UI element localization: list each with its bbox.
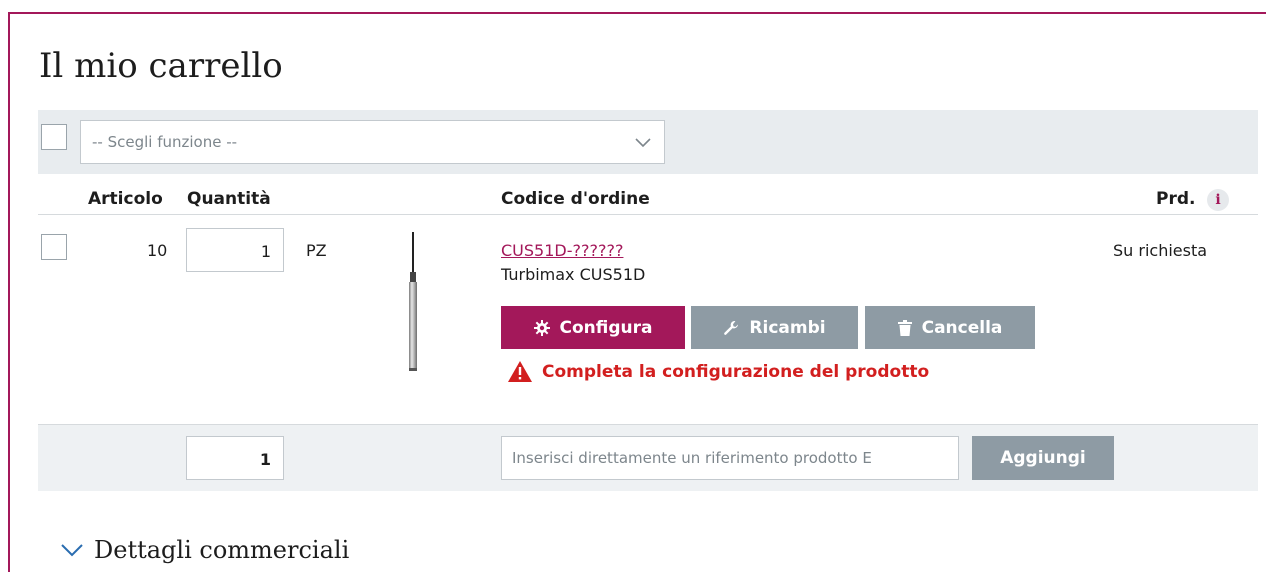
configuration-warning: Completa la configurazione del prodotto: [508, 361, 929, 382]
header-prd: Prd.: [1156, 189, 1196, 209]
trash-icon: [897, 319, 912, 336]
warning-icon: [508, 361, 532, 382]
page-title: Il mio carrello: [39, 46, 283, 86]
commercial-details-label: Dettagli commerciali: [94, 536, 350, 564]
function-select-value: -- Scegli funzione --: [92, 133, 238, 151]
item-checkbox[interactable]: [41, 234, 67, 260]
header-codice: Codice d'ordine: [501, 189, 650, 209]
item-unit: PZ: [306, 241, 327, 260]
delete-button-label: Cancella: [921, 317, 1003, 338]
configure-button[interactable]: Configura: [501, 306, 685, 349]
commercial-details-toggle[interactable]: Dettagli commerciali: [60, 536, 349, 564]
add-quantity-input[interactable]: 1: [186, 436, 284, 480]
header-articolo: Articolo: [88, 189, 163, 209]
availability-status: Su richiesta: [1113, 241, 1208, 260]
order-code-link[interactable]: CUS51D-??????: [501, 241, 623, 260]
function-select[interactable]: -- Scegli funzione --: [80, 120, 665, 164]
product-image: [409, 232, 417, 371]
chevron-down-icon: [61, 544, 83, 557]
gear-icon: [533, 319, 550, 336]
wrench-icon: [724, 320, 739, 335]
select-all-checkbox[interactable]: [41, 124, 67, 150]
configure-button-label: Configura: [559, 317, 653, 338]
product-name: Turbimax CUS51D: [501, 265, 646, 284]
spare-parts-button[interactable]: Ricambi: [691, 306, 858, 349]
item-article-number: 10: [147, 241, 168, 260]
spare-parts-button-label: Ricambi: [749, 317, 826, 338]
product-reference-input[interactable]: Inserisci direttamente un riferimento pr…: [501, 436, 959, 480]
warning-text: Completa la configurazione del prodotto: [542, 361, 930, 382]
info-icon[interactable]: i: [1207, 189, 1229, 211]
header-quantita: Quantità: [187, 189, 271, 209]
delete-button[interactable]: Cancella: [865, 306, 1035, 349]
item-quantity-input[interactable]: 1: [186, 228, 284, 272]
header-divider: [38, 214, 1258, 215]
chevron-down-icon: [635, 138, 651, 148]
add-button[interactable]: Aggiungi: [972, 436, 1114, 480]
